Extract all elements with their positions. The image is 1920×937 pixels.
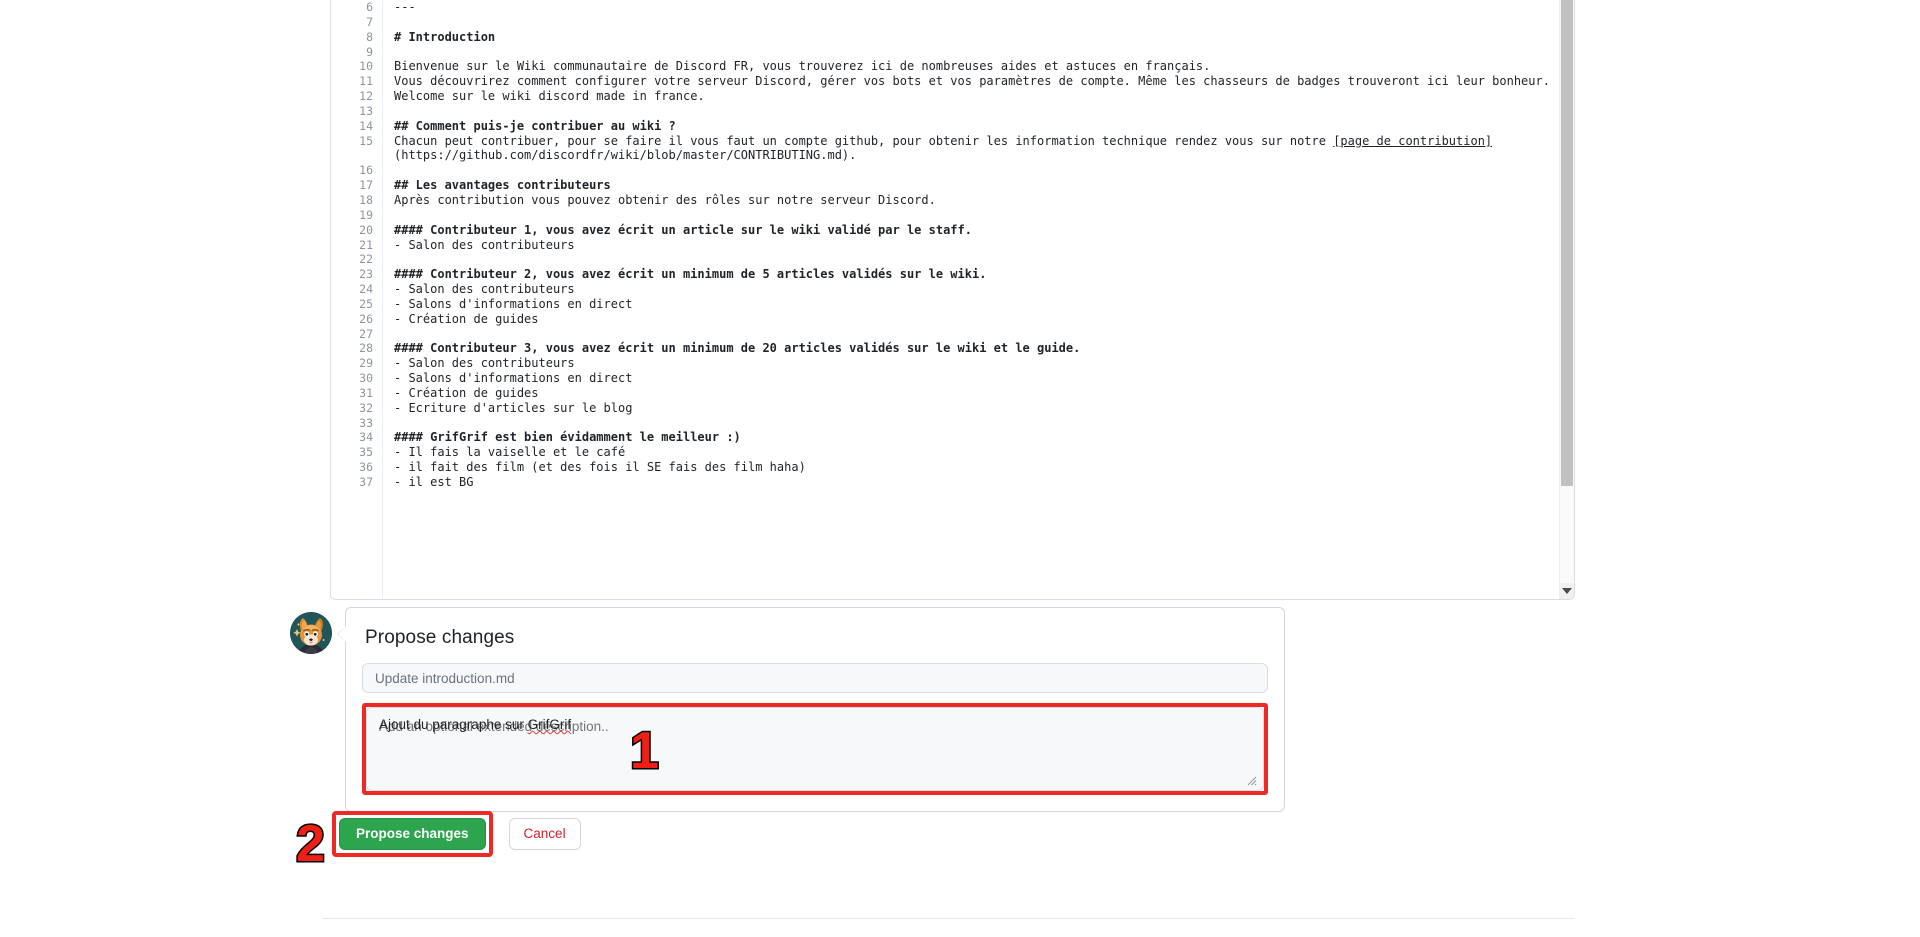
line-number: 27 xyxy=(359,326,373,341)
line-number: 25 xyxy=(359,296,373,311)
line-number: 20 xyxy=(359,222,373,237)
line-number: 23 xyxy=(359,267,373,282)
line-number: 36 xyxy=(359,460,373,475)
line-number: 35 xyxy=(359,445,373,460)
cancel-button[interactable]: Cancel xyxy=(508,818,581,850)
scrollbar-thumb[interactable] xyxy=(1561,0,1573,486)
propose-changes-heading: Propose changes xyxy=(365,627,515,648)
line-number: 14 xyxy=(359,118,373,133)
line-number: 34 xyxy=(359,430,373,445)
line-number-gutter: 6789101112131415.16171819202122232425262… xyxy=(331,0,383,599)
line-number: 10 xyxy=(359,59,373,74)
line-number: 21 xyxy=(359,237,373,252)
line-number: 18 xyxy=(359,192,373,207)
commit-summary-input[interactable] xyxy=(362,663,1268,693)
line-number: 16 xyxy=(359,163,373,178)
code-line: #### Contributeur 2, vous avez écrit un … xyxy=(394,267,987,282)
line-number: 7 xyxy=(366,14,373,29)
line-number: 26 xyxy=(359,311,373,326)
line-number: 13 xyxy=(359,103,373,118)
line-number: 31 xyxy=(359,385,373,400)
annotation-marker-1: 1 xyxy=(629,722,661,780)
code-line: - Salons d'informations en direct xyxy=(394,296,633,311)
code-line: - Salon des contributeurs xyxy=(394,356,575,371)
code-line: - il est BG xyxy=(394,475,474,489)
form-actions: Propose changes Cancel xyxy=(332,811,581,857)
line-number: 8 xyxy=(366,29,373,44)
description-textarea[interactable] xyxy=(366,707,1264,791)
line-number: 11 xyxy=(359,74,373,89)
code-line: #### Contributeur 1, vous avez écrit un … xyxy=(394,222,972,237)
code-line: ## Les avantages contributeurs xyxy=(394,178,611,193)
code-line: Vous découvrirez comment configurer votr… xyxy=(394,74,1550,89)
line-number: 22 xyxy=(359,252,373,267)
code-line-wrapped: (https://github.com/discordfr/wiki/blob/… xyxy=(394,148,857,163)
code-content-area[interactable]: --- # Introduction Bienvenue sur le Wiki c… xyxy=(383,0,1574,599)
scroll-down-arrow-button[interactable] xyxy=(1560,583,1574,599)
page-root: 6789101112131415.16171819202122232425262… xyxy=(0,0,1920,937)
editor-vertical-scrollbar[interactable] xyxy=(1559,0,1574,599)
code-line: - Création de guides xyxy=(394,311,539,326)
code-line: Bienvenue sur le Wiki communautaire de D… xyxy=(394,59,1211,74)
code-line: - Salon des contributeurs xyxy=(394,237,575,252)
code-line: - Salons d'informations en direct xyxy=(394,371,633,386)
code-line: Après contribution vous pouvez obtenir d… xyxy=(394,192,936,207)
line-number: 15 xyxy=(359,133,373,148)
code-line: Chacun peut contribuer, pour se faire il… xyxy=(394,133,1493,148)
description-highlight-frame: Ajout du paragraphe sur GrifGrif xyxy=(362,703,1268,795)
file-editor-panel: 6789101112131415.16171819202122232425262… xyxy=(330,0,1575,600)
line-number: 33 xyxy=(359,415,373,430)
markdown-link-text: [page de contribution] xyxy=(1333,133,1493,148)
line-number: 17 xyxy=(359,178,373,193)
propose-changes-button[interactable]: Propose changes xyxy=(339,818,486,850)
annotation-marker-2: 2 xyxy=(295,815,327,873)
code-line: --- xyxy=(394,0,416,14)
line-number: 12 xyxy=(359,89,373,104)
code-line: - Salon des contributeurs xyxy=(394,282,575,297)
line-number: 32 xyxy=(359,400,373,415)
line-number: 6 xyxy=(366,0,373,14)
code-line: - Il fais la vaiselle et le café xyxy=(394,445,626,460)
line-number: 30 xyxy=(359,371,373,386)
line-number: 28 xyxy=(359,341,373,356)
code-line: #### GrifGrif est bien évidamment le mei… xyxy=(394,430,741,445)
propose-changes-card: Propose changes Ajout du paragraphe sur … xyxy=(337,607,1285,812)
code-line: ## Comment puis-je contribuer au wiki ? xyxy=(394,118,676,133)
code-line: Welcome sur le wiki discord made in fran… xyxy=(394,89,705,104)
code-line: #### Contributeur 3, vous avez écrit un … xyxy=(394,341,1081,356)
code-line: - il fait des film (et des fois il SE fa… xyxy=(394,460,806,475)
code-line: # Introduction xyxy=(394,29,496,44)
avatar-dog-illustration xyxy=(290,612,332,654)
page-bottom-divider xyxy=(322,918,1575,919)
code-line: - Création de guides xyxy=(394,385,539,400)
user-avatar[interactable] xyxy=(290,612,332,654)
line-number: 24 xyxy=(359,282,373,297)
triangle-down-icon xyxy=(1562,588,1572,594)
code-line: - Ecriture d'articles sur le blog xyxy=(394,400,633,415)
line-number: 29 xyxy=(359,356,373,371)
submit-highlight-frame: Propose changes xyxy=(332,811,493,857)
line-number: 9 xyxy=(366,44,373,59)
line-number: 19 xyxy=(359,207,373,222)
line-number: 37 xyxy=(359,475,373,489)
